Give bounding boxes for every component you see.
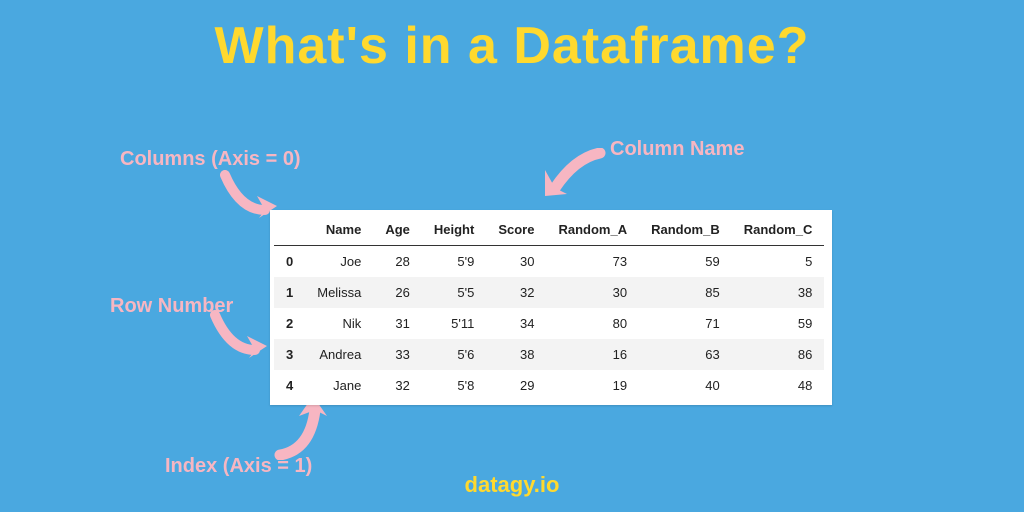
table-row: 0 Joe 28 5'9 30 73 59 5 [274, 246, 824, 278]
cell: 5'11 [422, 308, 486, 339]
cell: 5'5 [422, 277, 486, 308]
cell: 86 [732, 339, 825, 370]
cell: 71 [639, 308, 732, 339]
row-index: 4 [274, 370, 305, 401]
cell: 29 [486, 370, 546, 401]
dataframe-table-container: Name Age Height Score Random_A Random_B … [270, 210, 832, 405]
cell: Nik [305, 308, 373, 339]
cell: 34 [486, 308, 546, 339]
cell: 32 [486, 277, 546, 308]
cell: 30 [546, 277, 639, 308]
cell: 32 [373, 370, 422, 401]
cell: 48 [732, 370, 825, 401]
col-header: Random_C [732, 214, 825, 246]
cell: 59 [639, 246, 732, 278]
cell: Melissa [305, 277, 373, 308]
page-title: What's in a Dataframe? [0, 16, 1024, 76]
table-row: 2 Nik 31 5'11 34 80 71 59 [274, 308, 824, 339]
cell: 16 [546, 339, 639, 370]
cell: 28 [373, 246, 422, 278]
cell: 5'9 [422, 246, 486, 278]
cell: 38 [732, 277, 825, 308]
annotation-column-name: Column Name [610, 138, 744, 161]
dataframe-table: Name Age Height Score Random_A Random_B … [274, 214, 824, 401]
row-index: 1 [274, 277, 305, 308]
cell: 80 [546, 308, 639, 339]
cell: 40 [639, 370, 732, 401]
annotation-columns: Columns (Axis = 0) [120, 148, 301, 171]
cell: 63 [639, 339, 732, 370]
cell: Andrea [305, 339, 373, 370]
cell: 73 [546, 246, 639, 278]
cell: 19 [546, 370, 639, 401]
col-header: Random_A [546, 214, 639, 246]
col-header: Score [486, 214, 546, 246]
cell: Joe [305, 246, 373, 278]
cell: 5 [732, 246, 825, 278]
cell: 33 [373, 339, 422, 370]
cell: Jane [305, 370, 373, 401]
footer-brand: datagy.io [0, 472, 1024, 498]
col-header: Height [422, 214, 486, 246]
index-header [274, 214, 305, 246]
row-index: 0 [274, 246, 305, 278]
table-row: 4 Jane 32 5'8 29 19 40 48 [274, 370, 824, 401]
cell: 38 [486, 339, 546, 370]
row-index: 3 [274, 339, 305, 370]
col-header: Age [373, 214, 422, 246]
arrow-icon [210, 310, 270, 360]
cell: 85 [639, 277, 732, 308]
col-header: Name [305, 214, 373, 246]
cell: 59 [732, 308, 825, 339]
cell: 30 [486, 246, 546, 278]
table-row: 3 Andrea 33 5'6 38 16 63 86 [274, 339, 824, 370]
cell: 26 [373, 277, 422, 308]
table-row: 1 Melissa 26 5'5 32 30 85 38 [274, 277, 824, 308]
col-header: Random_B [639, 214, 732, 246]
arrow-icon [540, 148, 610, 208]
cell: 31 [373, 308, 422, 339]
cell: 5'8 [422, 370, 486, 401]
row-index: 2 [274, 308, 305, 339]
header-row: Name Age Height Score Random_A Random_B … [274, 214, 824, 246]
cell: 5'6 [422, 339, 486, 370]
